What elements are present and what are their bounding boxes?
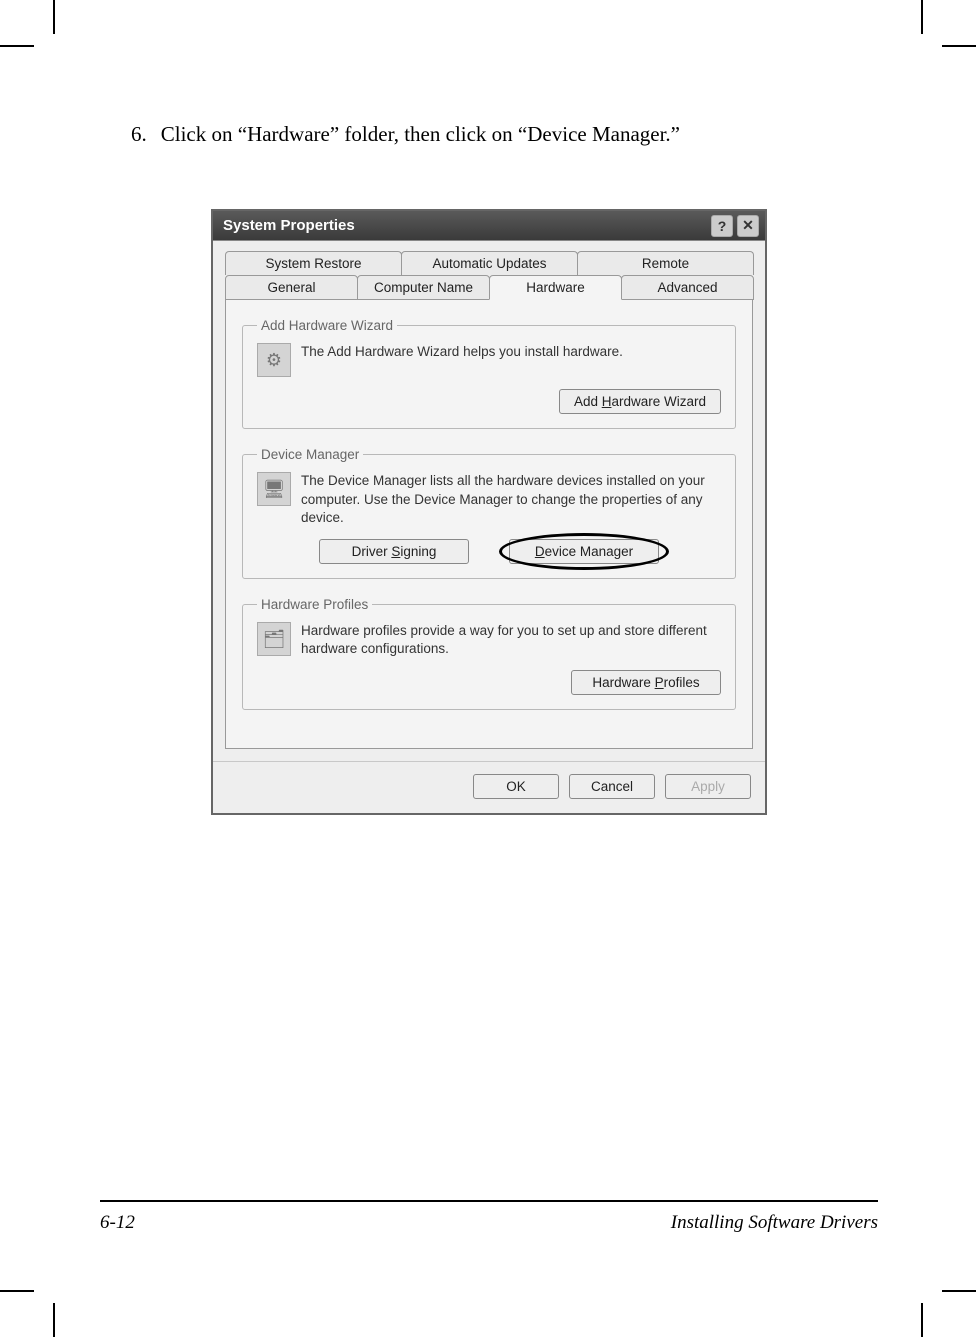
cancel-button[interactable]: Cancel bbox=[569, 774, 655, 799]
tab-remote[interactable]: Remote bbox=[577, 251, 754, 275]
tab-advanced[interactable]: Advanced bbox=[621, 275, 754, 300]
driver-signing-button[interactable]: Driver Signing bbox=[319, 539, 469, 564]
tab-content-hardware: Add Hardware Wizard ⚙ The Add Hardware W… bbox=[225, 300, 753, 749]
crop-mark bbox=[0, 1290, 34, 1292]
crop-mark bbox=[921, 0, 923, 34]
crop-mark bbox=[921, 1303, 923, 1337]
group-text: The Device Manager lists all the hardwar… bbox=[301, 472, 721, 527]
footer-rule bbox=[100, 1200, 878, 1202]
step-text: Click on “Hardware” folder, then click o… bbox=[161, 122, 680, 146]
group-legend: Device Manager bbox=[257, 447, 363, 462]
group-hardware-profiles: Hardware Profiles 🗂 Hardware profiles pr… bbox=[242, 597, 736, 710]
crop-mark bbox=[942, 45, 976, 47]
hardware-profiles-button[interactable]: Hardware Profiles bbox=[571, 670, 721, 695]
tab-strip: System Restore Automatic Updates Remote … bbox=[225, 251, 753, 300]
hardware-wizard-icon: ⚙ bbox=[257, 343, 291, 377]
tab-general[interactable]: General bbox=[225, 275, 358, 300]
group-legend: Hardware Profiles bbox=[257, 597, 372, 612]
group-text: The Add Hardware Wizard helps you instal… bbox=[301, 343, 721, 361]
tab-computer-name[interactable]: Computer Name bbox=[357, 275, 490, 300]
hardware-profiles-icon: 🗂 bbox=[257, 622, 291, 656]
device-manager-button[interactable]: Device Manager bbox=[509, 539, 659, 564]
close-icon[interactable]: ✕ bbox=[737, 215, 759, 237]
ok-button[interactable]: OK bbox=[473, 774, 559, 799]
dialog-title: System Properties bbox=[223, 217, 355, 234]
device-manager-highlight: Device Manager bbox=[509, 539, 659, 564]
tab-system-restore[interactable]: System Restore bbox=[225, 251, 402, 275]
crop-mark bbox=[53, 0, 55, 34]
instruction-step: 6.Click on “Hardware” folder, then click… bbox=[158, 120, 878, 149]
crop-mark bbox=[942, 1290, 976, 1292]
titlebar: System Properties ? ✕ bbox=[213, 211, 765, 241]
crop-mark bbox=[53, 1303, 55, 1337]
group-legend: Add Hardware Wizard bbox=[257, 318, 397, 333]
section-title: Installing Software Drivers bbox=[671, 1212, 878, 1234]
group-add-hardware: Add Hardware Wizard ⚙ The Add Hardware W… bbox=[242, 318, 736, 429]
add-hardware-wizard-button[interactable]: Add Hardware Wizard bbox=[559, 389, 721, 414]
page-number: 6-12 bbox=[100, 1212, 135, 1234]
crop-mark bbox=[0, 45, 34, 47]
dialog-button-bar: OK Cancel Apply bbox=[213, 761, 765, 813]
device-manager-icon: 🖥 bbox=[257, 472, 291, 506]
step-number: 6. bbox=[131, 122, 161, 146]
group-text: Hardware profiles provide a way for you … bbox=[301, 622, 721, 658]
apply-button[interactable]: Apply bbox=[665, 774, 751, 799]
tab-automatic-updates[interactable]: Automatic Updates bbox=[401, 251, 578, 275]
tab-hardware[interactable]: Hardware bbox=[489, 275, 622, 300]
system-properties-dialog: System Properties ? ✕ System Restore Aut… bbox=[211, 209, 767, 815]
page-footer: 6-12 Installing Software Drivers bbox=[100, 1212, 878, 1234]
group-device-manager: Device Manager 🖥 The Device Manager list… bbox=[242, 447, 736, 579]
help-icon[interactable]: ? bbox=[711, 215, 733, 237]
